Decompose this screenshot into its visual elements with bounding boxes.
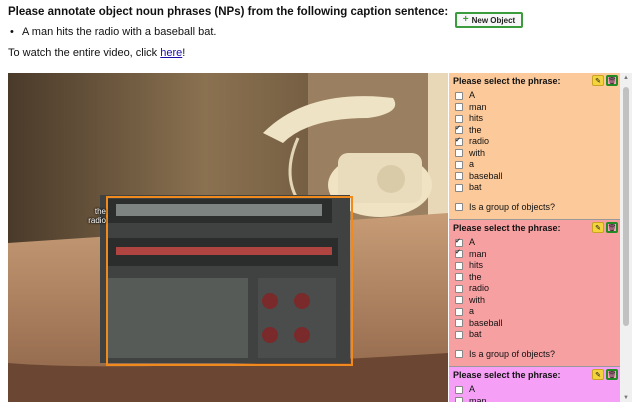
word-label: A <box>469 384 476 395</box>
scroll-down-icon[interactable]: ▼ <box>620 395 632 401</box>
watch-prefix: To watch the entire video, click <box>8 47 161 59</box>
word-label: with <box>469 294 486 305</box>
word-checkbox[interactable] <box>455 160 463 169</box>
word-checkbox[interactable] <box>455 183 463 192</box>
object-card: Please select the phrase: ✎ 🗑 A man hits… <box>449 220 620 367</box>
word-option[interactable]: the <box>449 272 620 284</box>
word-checkbox[interactable] <box>455 135 463 146</box>
word-label: radio <box>469 283 490 294</box>
video-frame[interactable]: the radio <box>8 73 448 402</box>
edit-icon[interactable]: ✎ <box>592 75 604 86</box>
word-label: baseball <box>469 317 503 328</box>
word-label: hits <box>469 260 484 271</box>
word-checkbox[interactable] <box>455 103 463 112</box>
word-label: a <box>469 306 475 317</box>
trash-icon[interactable]: 🗑 <box>606 75 618 86</box>
new-object-label: New Object <box>471 15 516 25</box>
word-checkbox[interactable] <box>455 123 463 135</box>
bbox-label-line1: the <box>94 207 106 216</box>
group-option[interactable]: Is a group of objects? <box>449 202 620 213</box>
word-checkbox[interactable] <box>455 284 463 293</box>
bbox-label: the radio <box>72 207 106 225</box>
word-label: with <box>469 147 486 158</box>
object-card: Please select the phrase: ✎ 🗑 A man hits… <box>449 73 620 220</box>
word-option[interactable]: bat <box>449 182 620 194</box>
word-label: man <box>469 248 487 259</box>
word-option[interactable]: radio <box>449 135 620 148</box>
word-option[interactable]: the <box>449 123 620 137</box>
word-checkbox[interactable] <box>455 247 463 259</box>
word-label: radio <box>469 136 490 147</box>
object-card: Please select the phrase: ✎ 🗑 A man <box>449 367 620 402</box>
panel-scrollbar[interactable]: ▲ ▼ <box>620 73 632 402</box>
word-checkbox[interactable] <box>455 261 463 270</box>
watch-suffix: ! <box>182 47 186 59</box>
new-object-button[interactable]: + New Object <box>455 12 523 28</box>
word-checkbox[interactable] <box>455 296 463 305</box>
word-option[interactable]: radio <box>449 283 620 295</box>
word-option[interactable]: a <box>449 306 620 318</box>
word-option[interactable]: with <box>449 295 620 307</box>
word-label: baseball <box>469 170 503 181</box>
word-option[interactable]: with <box>449 148 620 160</box>
object-panel: Please select the phrase: ✎ 🗑 A man hits… <box>449 73 620 402</box>
word-checkbox[interactable] <box>455 236 463 247</box>
word-label: bat <box>469 329 482 340</box>
group-checkbox[interactable] <box>455 350 463 358</box>
word-option[interactable]: baseball <box>449 171 620 183</box>
word-label: bat <box>469 182 482 193</box>
trash-icon[interactable]: 🗑 <box>606 369 618 380</box>
word-option[interactable]: man <box>449 396 620 402</box>
word-checkbox[interactable] <box>455 149 463 158</box>
word-label: A <box>469 90 476 101</box>
word-checkbox[interactable] <box>455 172 463 181</box>
word-option[interactable]: A <box>449 90 620 102</box>
word-checkbox[interactable] <box>455 330 463 339</box>
word-label: A <box>469 237 476 248</box>
word-option[interactable]: bat <box>449 329 620 341</box>
word-checkbox[interactable] <box>455 273 463 282</box>
group-option[interactable]: Is a group of objects? <box>449 349 620 360</box>
word-option[interactable]: A <box>449 236 620 249</box>
watch-video-link[interactable]: here <box>160 47 182 59</box>
edit-icon[interactable]: ✎ <box>592 369 604 380</box>
group-checkbox[interactable] <box>455 203 463 211</box>
word-option[interactable]: a <box>449 159 620 171</box>
word-label: man <box>469 395 487 402</box>
word-option[interactable]: man <box>449 102 620 114</box>
radio-bounding-box[interactable] <box>106 196 353 366</box>
word-checkbox[interactable] <box>455 91 463 100</box>
word-label: hits <box>469 113 484 124</box>
group-label: Is a group of objects? <box>469 202 556 212</box>
word-checkbox[interactable] <box>455 319 463 328</box>
bbox-label-line2: radio <box>88 216 106 225</box>
page-title: Please annotate object noun phrases (NPs… <box>8 6 449 18</box>
word-checkbox[interactable] <box>455 114 463 123</box>
word-checkbox[interactable] <box>455 397 463 402</box>
trash-icon[interactable]: 🗑 <box>606 222 618 233</box>
plus-icon: + <box>462 14 469 25</box>
word-checkbox[interactable] <box>455 307 463 316</box>
word-checkbox[interactable] <box>455 385 463 394</box>
word-label: the <box>469 124 482 135</box>
scroll-up-icon[interactable]: ▲ <box>620 75 632 81</box>
edit-icon[interactable]: ✎ <box>592 222 604 233</box>
word-label: a <box>469 159 475 170</box>
word-label: man <box>469 101 487 112</box>
word-option[interactable]: hits <box>449 113 620 125</box>
caption-sentence: A man hits the radio with a baseball bat… <box>10 26 216 38</box>
group-label: Is a group of objects? <box>469 349 556 359</box>
watch-video-text: To watch the entire video, click here! <box>8 47 185 59</box>
scroll-thumb[interactable] <box>623 87 629 326</box>
word-label: the <box>469 271 482 282</box>
word-option[interactable]: hits <box>449 260 620 272</box>
word-option[interactable]: A <box>449 384 620 396</box>
word-option[interactable]: man <box>449 247 620 261</box>
word-option[interactable]: baseball <box>449 318 620 330</box>
